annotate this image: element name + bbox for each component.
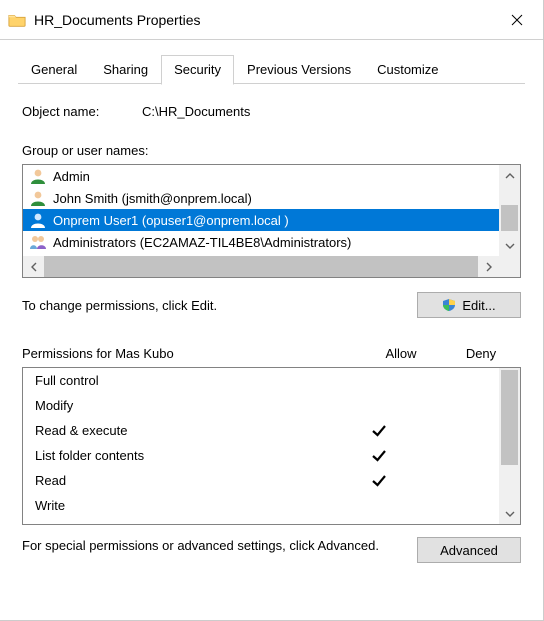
principal-label: Admin [53,169,90,184]
user-icon [29,211,47,229]
principals-hscroll[interactable] [23,256,499,277]
edit-button[interactable]: Edit... [417,292,521,318]
security-pane: Object name: C:\HR_Documents Group or us… [18,84,525,563]
group-or-user-label: Group or user names: [22,143,521,158]
principal-item[interactable]: Admin [23,165,499,187]
close-button[interactable] [497,0,537,40]
permission-row[interactable]: Read & execute [23,418,499,443]
scroll-corner [499,256,520,277]
principal-item[interactable]: Onprem User1 (opuser1@onprem.local ) [23,209,499,231]
scroll-thumb[interactable] [501,205,518,231]
principal-item[interactable]: Administrators (EC2AMAZ-TIL4BE8\Administ… [23,231,499,253]
permission-row[interactable]: List folder contents [23,443,499,468]
principal-label: John Smith (jsmith@onprem.local) [53,191,252,206]
allow-cell [339,472,419,490]
hscroll-thumb[interactable] [44,256,478,277]
advanced-button-label: Advanced [440,543,498,558]
scroll-right-icon[interactable] [478,256,499,277]
principals-vscroll[interactable] [499,165,520,256]
principals-listbox[interactable]: Admin John Smith (jsmith@onprem.local) Onp… [22,164,521,278]
permission-name: Modify [35,398,339,413]
principal-label: Onprem User1 (opuser1@onprem.local ) [53,213,289,228]
permission-name: Write [35,498,339,513]
group-icon [29,233,47,251]
tab-sharing[interactable]: Sharing [90,55,161,85]
permissions-listbox[interactable]: Full control Modify Read & execute List fol… [22,367,521,525]
shield-icon [442,298,456,312]
check-icon [370,472,388,490]
tab-general[interactable]: General [18,55,90,85]
permission-name: List folder contents [35,448,339,463]
scroll-down-icon[interactable] [499,503,520,524]
check-icon [370,447,388,465]
permission-row[interactable]: Full control [23,368,499,393]
advanced-hint: For special permissions or advanced sett… [22,537,417,555]
scroll-left-icon[interactable] [23,256,44,277]
object-name-value: C:\HR_Documents [142,104,250,119]
permissions-for-label: Permissions for Mas Kubo [22,346,361,361]
deny-header: Deny [441,346,521,361]
principal-label: Administrators (EC2AMAZ-TIL4BE8\Administ… [53,235,351,250]
user-icon [29,167,47,185]
check-icon [370,422,388,440]
edit-button-label: Edit... [462,298,495,313]
permission-name: Full control [35,373,339,388]
titlebar: HR_Documents Properties [0,0,543,40]
folder-icon [8,12,26,28]
user-icon [29,189,47,207]
permission-row[interactable]: Write [23,493,499,518]
object-name-label: Object name: [22,104,142,119]
scroll-up-icon[interactable] [499,165,520,186]
scroll-down-icon[interactable] [499,235,520,256]
principal-item[interactable]: John Smith (jsmith@onprem.local) [23,187,499,209]
permission-row[interactable]: Modify [23,393,499,418]
allow-cell [339,422,419,440]
tab-customize[interactable]: Customize [364,55,451,85]
change-permissions-hint: To change permissions, click Edit. [22,298,417,313]
allow-cell [339,447,419,465]
window-title: HR_Documents Properties [34,12,497,28]
permission-name: Read [35,473,339,488]
allow-header: Allow [361,346,441,361]
permissions-vscroll[interactable] [499,368,520,524]
tab-security[interactable]: Security [161,55,234,85]
scroll-thumb[interactable] [501,370,518,465]
tabs: General Sharing Security Previous Versio… [18,54,525,84]
permission-name: Read & execute [35,423,339,438]
tab-previous-versions[interactable]: Previous Versions [234,55,364,85]
permission-row[interactable]: Read [23,468,499,493]
advanced-button[interactable]: Advanced [417,537,521,563]
